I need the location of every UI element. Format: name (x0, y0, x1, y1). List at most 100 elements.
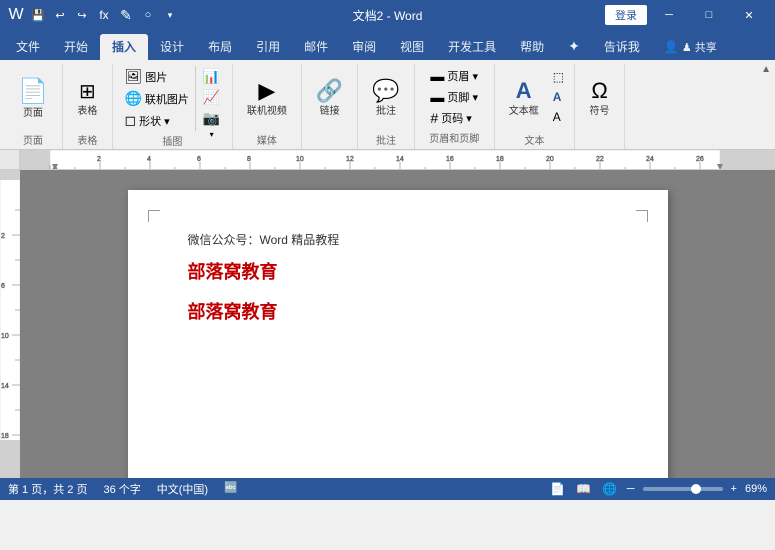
header-footer-buttons: ▬ 页眉 ▾ ▬ 页脚 ▾ # 页码 ▾ (426, 66, 482, 128)
table-buttons: ⊞ 表格 (69, 66, 105, 130)
formula-btn[interactable]: fx (96, 7, 112, 23)
comment-btn[interactable]: 💬 批注 (364, 66, 407, 130)
comments-buttons: 💬 批注 (364, 66, 407, 130)
zoom-slider-thumb[interactable] (691, 484, 701, 494)
tab-references[interactable]: 引用 (244, 34, 292, 60)
text-buttons: A 文本框 ⬚ A A (501, 66, 568, 130)
undo-btn[interactable]: ↩ (52, 7, 68, 23)
title-text: 文档2 - Word (353, 9, 423, 23)
document-area[interactable]: 微信公众号：Word 精品教程 部落窝教育 部落窝教育 (20, 170, 775, 478)
tab-share[interactable]: 👤♟ 共享 (652, 34, 729, 60)
online-picture-btn[interactable]: 🌐 联机图片 (120, 88, 192, 109)
title-bar: W 💾 ↩ ↪ fx ✎ ○ ▾ 文档2 - Word 登录 ─ □ ✕ (0, 0, 775, 30)
online-video-btn[interactable]: ▶ 联机视频 (239, 66, 295, 130)
circle-btn[interactable]: ○ (140, 7, 156, 23)
header-btn[interactable]: ▬ 页眉 ▾ (426, 66, 482, 86)
macro-btn[interactable]: ✎ (118, 7, 134, 23)
tab-design[interactable]: 设计 (148, 34, 196, 60)
ruler-container: 2 4 6 8 10 12 14 16 18 20 22 (0, 150, 775, 170)
group-symbols: Ω 符号 (575, 64, 625, 149)
tab-mailings[interactable]: 邮件 (292, 34, 340, 60)
picture-btn[interactable]: 🖼 图片 (120, 66, 192, 87)
tab-layout[interactable]: 布局 (196, 34, 244, 60)
title-right-controls: 登录 ─ □ ✕ (605, 0, 767, 30)
tab-view[interactable]: 视图 (388, 34, 436, 60)
window-title: 文档2 - Word (353, 7, 423, 24)
wordart-btn[interactable]: A (549, 88, 568, 106)
header-footer-label: 页眉和页脚 (421, 130, 488, 147)
tab-insert[interactable]: 插入 (100, 34, 148, 60)
ribbon-collapse-btn[interactable]: ▲ (761, 64, 771, 75)
page-number-icon: # (430, 110, 438, 126)
screenshot-btn[interactable]: 📷 ▾ (199, 108, 224, 128)
svg-text:20: 20 (546, 156, 554, 163)
zoom-slider[interactable] (643, 487, 723, 491)
zoom-percent[interactable]: 69% (745, 483, 767, 495)
svg-text:14: 14 (1, 383, 9, 390)
tab-home[interactable]: 开始 (52, 34, 100, 60)
status-right: 📄 📖 🌐 ─ + 69% (549, 480, 767, 498)
tab-tellme[interactable]: 告诉我 (592, 34, 652, 60)
online-video-icon: ▶ (258, 78, 275, 104)
chart-btn[interactable]: 📈 (199, 87, 224, 107)
minimize-btn[interactable]: ─ (651, 0, 687, 30)
tab-lightbulb[interactable]: ✦ (556, 34, 592, 60)
word-count: 36 个字 (103, 481, 140, 497)
language: 中文(中国) (157, 481, 208, 497)
login-button[interactable]: 登录 (605, 5, 647, 25)
svg-text:26: 26 (696, 156, 704, 163)
customize-btn[interactable]: ▾ (162, 7, 178, 23)
svg-text:24: 24 (646, 156, 654, 163)
group-comments: 💬 批注 批注 (358, 64, 414, 149)
svg-text:22: 22 (596, 156, 604, 163)
zoom-minus[interactable]: ─ (627, 483, 635, 495)
svg-text:10: 10 (1, 333, 9, 340)
links-label (308, 134, 351, 147)
link-btn[interactable]: 🔗 链接 (308, 66, 351, 130)
quick-parts-btn[interactable]: ⬚ (549, 68, 568, 86)
redo-btn[interactable]: ↪ (74, 7, 90, 23)
link-icon: 🔗 (316, 78, 343, 104)
text-box-btn[interactable]: A 文本框 (501, 66, 547, 130)
group-text: A 文本框 ⬚ A A 文本 (495, 64, 575, 149)
shape-btn[interactable]: ◻ 形状 ▾ (120, 110, 192, 131)
close-btn[interactable]: ✕ (731, 0, 767, 30)
document-line-2: 部落窝教育 (188, 256, 608, 288)
smartart-btn[interactable]: 📊 (199, 66, 224, 86)
page-corner-tl (148, 210, 160, 222)
footer-btn[interactable]: ▬ 页脚 ▾ (426, 87, 482, 107)
save-quick-btn[interactable]: 💾 (30, 7, 46, 23)
restore-btn[interactable]: □ (691, 0, 727, 30)
print-layout-btn[interactable]: 📄 (549, 480, 567, 498)
group-table: ⊞ 表格 表格 (63, 64, 113, 149)
dropcap-btn[interactable]: A (549, 108, 568, 126)
input-mode: 🔤 (224, 481, 238, 497)
tab-file[interactable]: 文件 (4, 34, 52, 60)
media-buttons: ▶ 联机视频 (239, 66, 295, 130)
wordart-icon: A (553, 90, 562, 104)
page-number-btn[interactable]: # 页码 ▾ (426, 108, 475, 128)
symbols-buttons: Ω 符号 (582, 66, 618, 132)
dropcap-icon: A (553, 110, 561, 124)
page-corner-tr (636, 210, 648, 222)
svg-text:14: 14 (396, 156, 404, 163)
document-line-1: 微信公众号：Word 精品教程 (188, 230, 608, 252)
cover-page-btn[interactable]: 📄 页面 (10, 66, 56, 130)
symbol-btn[interactable]: Ω 符号 (582, 66, 618, 130)
ruler-corner (0, 150, 20, 170)
table-btn[interactable]: ⊞ 表格 (69, 66, 105, 130)
group-illustrations: 🖼 图片 🌐 联机图片 ◻ 形状 ▾ 📊 (113, 64, 233, 149)
screenshot-icon: 📷 (203, 110, 220, 127)
comment-icon: 💬 (372, 78, 399, 104)
web-layout-btn[interactable]: 🌐 (601, 480, 619, 498)
illustrations-label: 插图 (119, 133, 226, 150)
cover-page-icon: 📄 (18, 77, 48, 106)
text-box-icon: A (516, 78, 532, 104)
zoom-plus[interactable]: + (731, 483, 737, 495)
read-mode-btn[interactable]: 📖 (575, 480, 593, 498)
tab-help[interactable]: 帮助 (508, 34, 556, 60)
tab-developer[interactable]: 开发工具 (436, 34, 508, 60)
status-bar: 第 1 页，共 2 页 36 个字 中文(中国) 🔤 📄 📖 🌐 ─ + 69% (0, 478, 775, 500)
tab-review[interactable]: 审阅 (340, 34, 388, 60)
links-buttons: 🔗 链接 (308, 66, 351, 132)
